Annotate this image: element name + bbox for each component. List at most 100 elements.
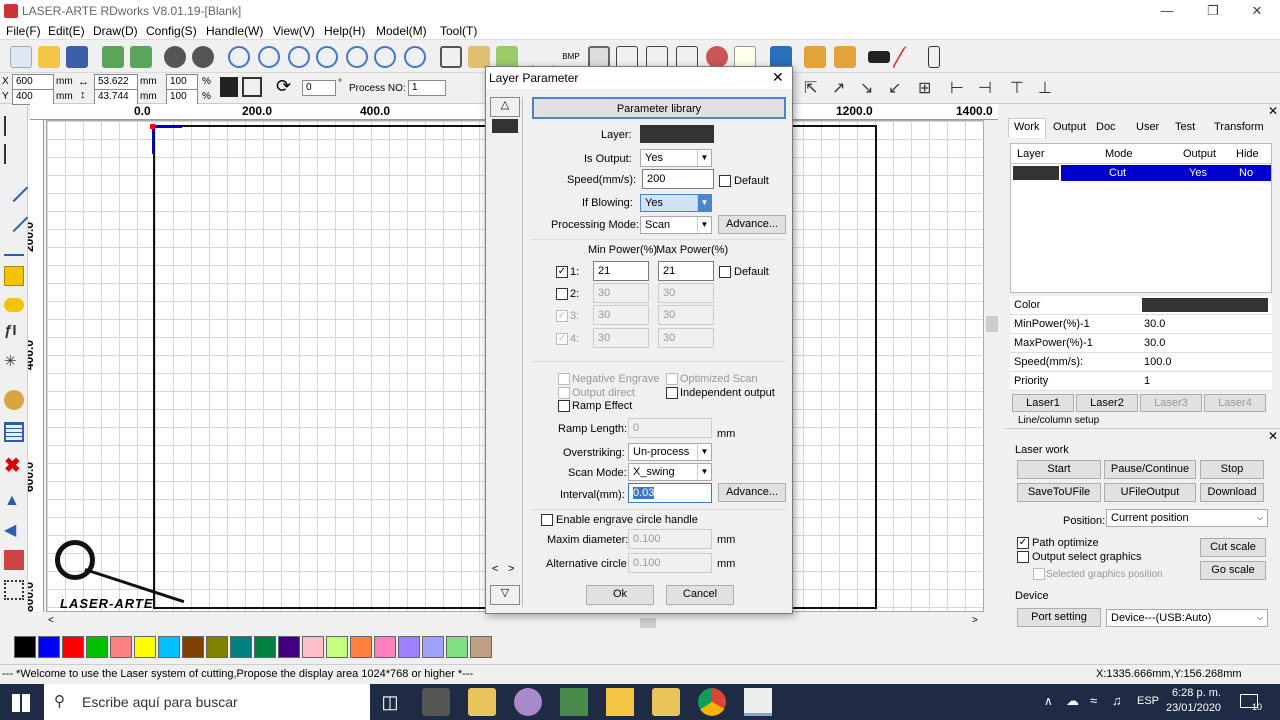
rectangle-icon[interactable] [4, 266, 24, 286]
swatch-cyan[interactable] [158, 636, 180, 658]
mirror-v-icon[interactable]: ◀ [4, 520, 24, 540]
layer-list-item[interactable] [492, 119, 518, 133]
save-to-ufile-button[interactable]: SaveToUFile [1017, 483, 1101, 502]
tray-network-icon[interactable]: ☁ [1066, 693, 1079, 709]
curve-draw-icon[interactable] [4, 236, 24, 256]
tab-doc[interactable]: Doc [1096, 121, 1116, 133]
height-input[interactable]: 43.744 [94, 89, 138, 105]
text-icon[interactable]: ƒI [4, 322, 24, 342]
menu-tool[interactable]: Tool(T) [440, 24, 477, 38]
cancel-button[interactable]: Cancel [666, 585, 734, 605]
grid-icon[interactable] [588, 46, 610, 68]
restore-icon[interactable]: ❐ [1190, 0, 1236, 22]
dialog-close-icon[interactable]: ✕ [772, 69, 784, 86]
swatch-olive[interactable] [206, 636, 228, 658]
zoom-all-icon[interactable] [404, 46, 426, 68]
ruler-icon[interactable] [928, 46, 940, 68]
max-power1-input[interactable]: 21 [658, 261, 714, 281]
min-power3-input[interactable]: 30 [593, 305, 649, 325]
swatch-blue[interactable] [38, 636, 60, 658]
align-left-icon[interactable]: ⊢ [950, 78, 964, 98]
tray-chevron-icon[interactable]: ∧ [1044, 694, 1053, 708]
undo-icon[interactable] [164, 46, 186, 68]
menu-draw[interactable]: Draw(D) [93, 24, 138, 38]
y-pos-input[interactable]: 400 [12, 89, 54, 105]
power3-checkbox[interactable]: ✓ [556, 310, 568, 322]
select-rect-icon[interactable] [440, 46, 462, 68]
independent-output-checkbox[interactable] [666, 387, 678, 399]
stop-button[interactable]: Stop [1200, 460, 1264, 479]
delete-icon[interactable]: ✖ [4, 456, 24, 476]
camera-icon[interactable] [868, 51, 890, 63]
clock-date[interactable]: 23/01/2020 [1166, 702, 1221, 714]
negative-engrave-checkbox[interactable] [558, 373, 570, 385]
node-arrow-icon[interactable] [4, 144, 24, 164]
layer-prev-icon[interactable]: < [492, 563, 498, 575]
alt-circle-input[interactable]: 0.100 [628, 553, 712, 573]
swatch-green[interactable] [86, 636, 108, 658]
grid-array-icon[interactable] [4, 422, 24, 442]
app-icon-2[interactable] [560, 688, 588, 716]
prop-minpower-value[interactable]: 30.0 [1144, 318, 1165, 330]
ok-button[interactable]: Ok [586, 585, 654, 605]
download-button[interactable]: Download [1200, 483, 1264, 502]
pause-continue-button[interactable]: Pause/Continue [1104, 460, 1196, 479]
volume-icon[interactable]: ♫ [1112, 693, 1122, 708]
doc-icon[interactable] [734, 46, 756, 68]
ufile-output-button[interactable]: UFileOutput [1104, 483, 1196, 502]
ellipse-icon[interactable] [4, 298, 24, 312]
engrave-circle-checkbox[interactable] [541, 514, 553, 526]
cut-scale-button[interactable]: Cut scale [1200, 538, 1266, 557]
array-icon[interactable] [616, 46, 638, 68]
align-right-icon[interactable]: ⊣ [978, 78, 992, 98]
minimize-icon[interactable]: — [1144, 0, 1190, 22]
curve-icon[interactable] [532, 46, 554, 68]
menu-config[interactable]: Config(S) [146, 24, 197, 38]
app-icon-1[interactable] [468, 688, 496, 716]
process-input[interactable]: 1 [408, 80, 446, 96]
line-column-setup[interactable]: Line/column setup [1018, 415, 1099, 425]
cluster-icon[interactable] [804, 46, 826, 68]
selected-position-checkbox[interactable] [1033, 568, 1045, 580]
prop-color-swatch[interactable] [1142, 298, 1268, 312]
bitmap-icon[interactable] [4, 390, 24, 410]
max-power4-input[interactable]: 30 [658, 328, 714, 348]
align-tl-icon[interactable]: ⇱ [804, 78, 817, 98]
port-setting-button[interactable]: Port setting [1017, 608, 1101, 627]
align-icon[interactable] [646, 46, 668, 68]
select-arrow-icon[interactable] [4, 116, 24, 136]
swatch-brown[interactable] [182, 636, 204, 658]
ramp-length-input[interactable]: 0 [628, 418, 712, 438]
rdworks-taskbar-icon[interactable] [744, 688, 772, 716]
zoom-select-icon[interactable] [346, 46, 368, 68]
clock-time[interactable]: 6:28 p. m. [1172, 687, 1221, 699]
power2-checkbox[interactable] [556, 288, 568, 300]
laser2-button[interactable]: Laser2 [1076, 394, 1138, 412]
swatch-red[interactable] [62, 636, 84, 658]
x-pos-input[interactable]: 600 [12, 74, 54, 90]
file-explorer-icon[interactable] [606, 688, 634, 716]
position-select[interactable]: Current position ⌵ [1106, 509, 1268, 527]
is-output-select[interactable]: Yes ▼ [640, 149, 712, 167]
menu-model[interactable]: Model(M) [376, 24, 427, 38]
laser3-button[interactable]: Laser3 [1140, 394, 1202, 412]
rotate-icon[interactable]: ⟳ [276, 76, 291, 97]
swatch-lavender[interactable] [398, 636, 420, 658]
zoom-out-icon[interactable] [288, 46, 310, 68]
swatch-teal[interactable] [230, 636, 252, 658]
align-tr-icon[interactable]: ↗ [832, 78, 845, 98]
menu-file[interactable]: File(F) [6, 24, 41, 38]
polyline-icon[interactable] [0, 203, 29, 233]
power1-checkbox[interactable]: ✓ [556, 266, 568, 278]
scan-mode-select[interactable]: X_swing ▼ [628, 463, 712, 481]
mirror-h-icon[interactable]: ▲ [4, 492, 24, 512]
processing-mode-select[interactable]: Scan ▼ [640, 216, 712, 234]
scale-x-input[interactable]: 100 [166, 74, 198, 90]
power4-checkbox[interactable]: ✓ [556, 333, 568, 345]
go-scale-button[interactable]: Go scale [1200, 561, 1266, 580]
tab-output[interactable]: Output [1053, 121, 1086, 133]
min-power2-input[interactable]: 30 [593, 283, 649, 303]
layer-up-icon[interactable]: △ [490, 97, 520, 117]
export-icon[interactable] [130, 46, 152, 68]
swatch-darkgreen[interactable] [254, 636, 276, 658]
